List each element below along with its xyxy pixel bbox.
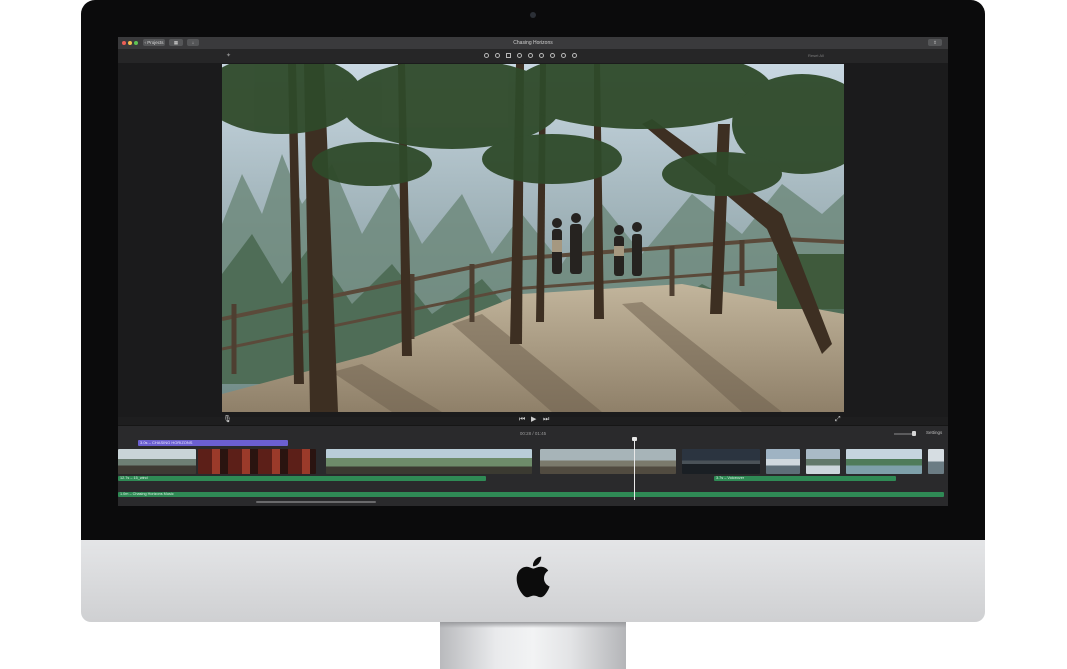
title-clip[interactable]: 3.0s – CHASING HORIZONS (138, 440, 288, 446)
video-clip[interactable] (682, 449, 760, 474)
background-music-clip[interactable]: 1.0m – Chasing Horizons Music (118, 492, 944, 497)
video-clip[interactable] (540, 449, 676, 474)
media-browser-button[interactable]: ▦ (169, 39, 183, 46)
screen: ‹ Projects ▦ ↓ Chasing Horizons ⇪ ✦ Rese… (118, 37, 948, 506)
video-clip[interactable] (766, 449, 800, 474)
fullscreen-icon[interactable]: ⤢ (835, 416, 841, 424)
video-clip[interactable] (928, 449, 944, 474)
speed-icon[interactable] (550, 53, 555, 58)
playhead[interactable] (634, 437, 635, 500)
projects-back-button[interactable]: ‹ Projects (143, 39, 165, 46)
video-clip[interactable] (326, 449, 532, 474)
video-preview (222, 64, 844, 412)
projects-label: Projects (147, 40, 164, 45)
video-clip[interactable] (846, 449, 922, 474)
imac-stand (440, 622, 626, 669)
timeline-zoom-knob[interactable] (912, 431, 916, 436)
skip-forward-icon[interactable]: ⏭︎ (543, 416, 549, 424)
stand-shadow (440, 622, 626, 628)
adjustment-toolbar: ✦ Reset All (118, 49, 948, 63)
info-icon[interactable] (572, 53, 577, 58)
play-icon[interactable]: ▶ (531, 416, 536, 424)
audio-clip-voiceover[interactable]: 3.7s – Voiceover (714, 476, 896, 481)
microphone-icon[interactable]: 🎙︎ (223, 416, 232, 424)
close-window-button[interactable] (122, 41, 126, 45)
volume-icon[interactable] (528, 53, 533, 58)
video-clip[interactable] (806, 449, 840, 474)
skip-back-icon[interactable]: ⏮︎ (519, 416, 525, 424)
apple-logo-icon (516, 556, 550, 598)
timeline-settings-button[interactable]: Settings (926, 430, 942, 435)
reset-all-button[interactable]: Reset All (808, 53, 824, 58)
color-balance-icon[interactable] (484, 53, 489, 58)
minimize-window-button[interactable] (128, 41, 132, 45)
share-button[interactable]: ⇪ (928, 39, 942, 46)
import-button[interactable]: ↓ (187, 39, 199, 46)
noise-reduction-icon[interactable] (539, 53, 544, 58)
video-clip[interactable] (118, 449, 196, 474)
magic-wand-icon[interactable]: ✦ (226, 52, 231, 59)
project-title: Chasing Horizons (513, 40, 553, 46)
playhead-handle[interactable] (632, 437, 637, 441)
timecode: 00:28 / 01:45 (519, 431, 547, 436)
audio-clip-wind[interactable]: 12.7s – 15_wind (118, 476, 486, 481)
share-icon: ⇪ (933, 40, 937, 45)
stabilization-icon[interactable] (517, 53, 522, 58)
zoom-window-button[interactable] (134, 41, 138, 45)
crop-icon[interactable] (506, 53, 511, 58)
color-correction-icon[interactable] (495, 53, 500, 58)
timeline-scrollbar[interactable] (256, 501, 376, 503)
camera-icon (530, 12, 536, 18)
clip-filter-icon[interactable] (561, 53, 566, 58)
video-clip[interactable] (198, 449, 316, 474)
